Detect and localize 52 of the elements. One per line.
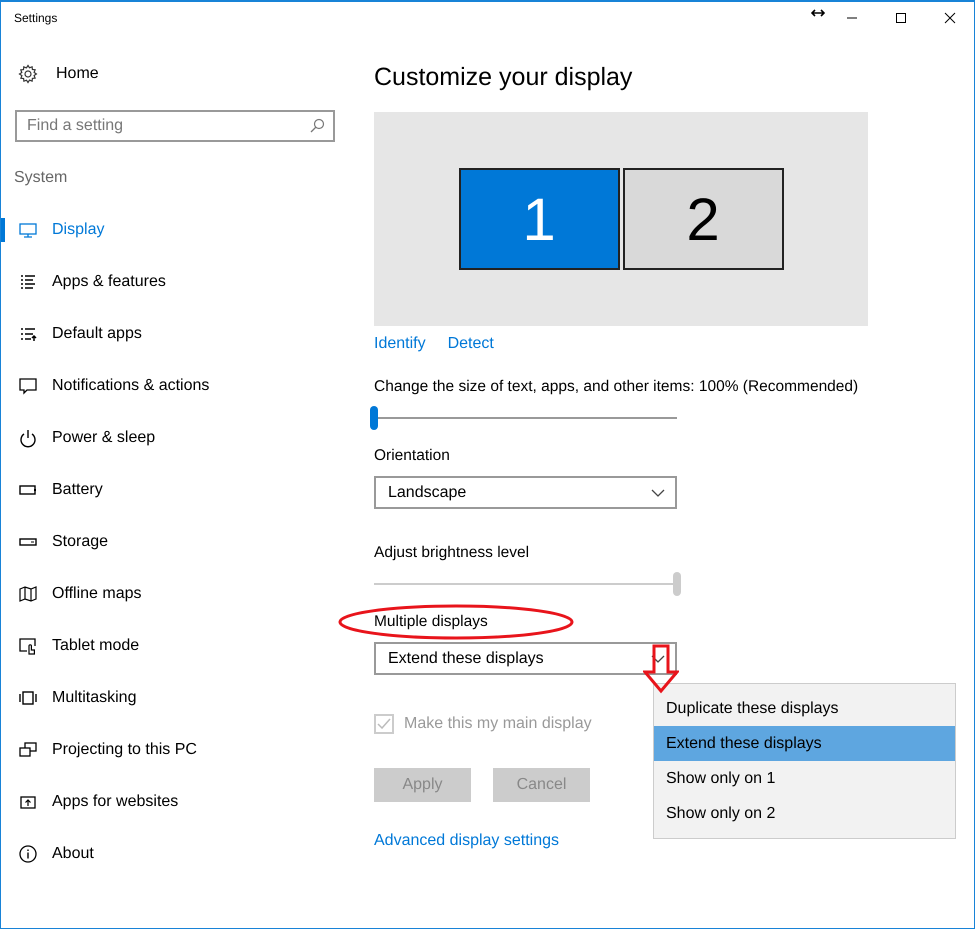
orientation-dropdown[interactable]: Landscape (374, 476, 677, 509)
section-heading: System (14, 168, 68, 188)
tablet-touch-icon (18, 636, 38, 656)
advanced-settings-link[interactable]: Advanced display settings (374, 832, 559, 849)
checkmark-icon (376, 716, 392, 732)
chevron-down-icon (651, 488, 665, 496)
nav-item[interactable]: Display (1, 204, 374, 256)
nav-item[interactable]: Offline maps (1, 568, 374, 620)
link[interactable]: Detect (448, 334, 494, 354)
chevron-down-icon (651, 654, 665, 662)
nav-item[interactable]: Power & sleep (1, 412, 374, 464)
search-icon (309, 118, 325, 134)
minimize-icon (846, 17, 858, 19)
menu-option[interactable]: Extend these displays (654, 726, 955, 761)
info-icon (18, 844, 38, 864)
monitor-tile[interactable]: 2 (622, 168, 784, 270)
nav-item[interactable]: Multitasking (1, 672, 374, 724)
window-title: Settings (14, 11, 58, 25)
settings-icon[interactable] (18, 64, 38, 84)
power-icon (18, 428, 38, 448)
scale-label: Change the size of text, apps, and other items: 100% (Recommended) (374, 377, 860, 397)
nav-item[interactable]: Projecting to this PC (1, 724, 374, 776)
link[interactable]: Identify (374, 334, 426, 354)
home-link[interactable]: Home (56, 65, 99, 83)
menu-option[interactable]: Duplicate these displays (654, 691, 955, 726)
speech-bubble-icon (18, 376, 38, 396)
nav-item[interactable]: Default apps (1, 308, 374, 360)
orientation-label: Orientation (374, 446, 451, 466)
resize-arrow-icon (811, 8, 825, 18)
search-field[interactable]: Find a setting (15, 110, 335, 142)
nav-item[interactable]: Apps for websites (1, 776, 374, 828)
close-icon (944, 12, 956, 24)
checkbox-label: Make this my main display (404, 715, 592, 733)
monitor-tile[interactable]: 1 (458, 168, 620, 270)
nav-item[interactable]: About (1, 828, 374, 880)
nav-item[interactable]: Storage (1, 516, 374, 568)
nav-item[interactable]: Battery (1, 464, 374, 516)
multiple-displays-label: Multiple displays (374, 612, 489, 632)
menu-option[interactable]: Show only on 2 (654, 796, 955, 831)
map-icon (18, 584, 38, 604)
search-input[interactable]: Find a setting (27, 117, 309, 135)
menu-option[interactable]: Show only on 1 (654, 761, 955, 796)
maximize-icon (894, 12, 906, 24)
slider-thumb[interactable] (370, 406, 378, 430)
nav-item[interactable]: Notifications & actions (1, 360, 374, 412)
annotation-arrow-icon (643, 644, 679, 694)
multiple-displays-dropdown[interactable]: Extend these displays (374, 642, 677, 675)
list-icon (18, 272, 38, 292)
nav-item[interactable]: Apps & features (1, 256, 374, 308)
page-heading: Customize your display (374, 62, 634, 93)
brightness-label: Adjust brightness level (374, 543, 530, 563)
nav-item[interactable]: Tablet mode (1, 620, 374, 672)
